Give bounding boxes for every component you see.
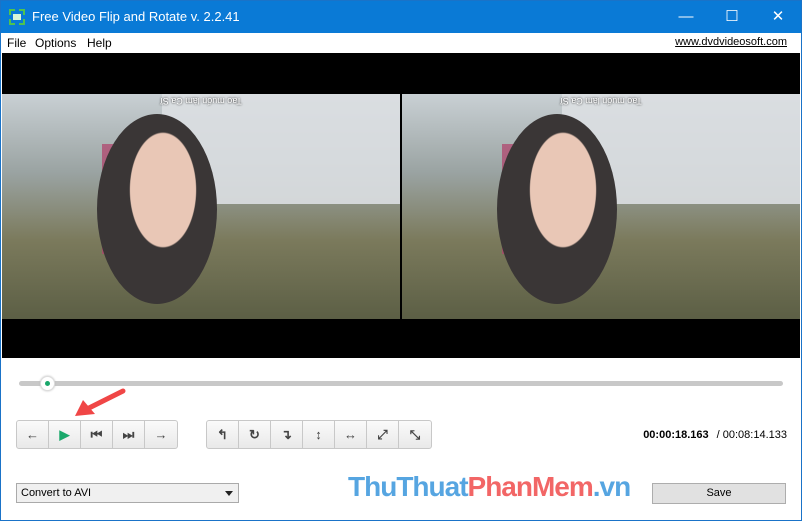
current-time: 00:00:18.163	[643, 429, 709, 441]
menu-options[interactable]: Options	[35, 36, 76, 50]
original-preview: Tao muốn làm Ca Sĩ	[2, 94, 400, 319]
prev-frame-button[interactable]: ←	[17, 421, 49, 448]
window-title: Free Video Flip and Rotate v. 2.2.41	[32, 9, 240, 24]
rotate-left-button[interactable]: ↰	[207, 421, 239, 448]
rotate-right-button[interactable]: ↴	[271, 421, 303, 448]
minimize-button[interactable]: —	[663, 1, 709, 33]
subtitle: Tao muốn làm Ca Sĩ	[560, 96, 642, 106]
result-preview: Tao muốn làm Ca Sĩ	[402, 94, 800, 319]
total-time: 00:08:14.133	[722, 429, 787, 441]
app-window: Free Video Flip and Rotate v. 2.2.41 — ☐…	[0, 0, 802, 521]
video-preview: Tao muốn làm Ca Sĩ Tao muốn làm Ca Sĩ	[2, 53, 800, 358]
transverse-button[interactable]: ⤡	[399, 421, 431, 448]
time-display: 00:00:18.163 / 00:08:14.133	[643, 429, 787, 441]
menu-help[interactable]: Help	[87, 36, 112, 50]
flip-vertical-button[interactable]: ↕	[303, 421, 335, 448]
website-link[interactable]: www.dvdvideosoft.com	[675, 36, 787, 48]
save-button[interactable]: Save	[652, 483, 786, 504]
flip-horizontal-button[interactable]: ↔	[335, 421, 367, 448]
watermark-logo: ThuThuatPhanMem.vn	[348, 471, 631, 502]
subtitle: Tao muốn làm Ca Sĩ	[160, 96, 242, 106]
next-frame-button[interactable]: →	[145, 421, 177, 448]
start-button[interactable]: ⏮	[81, 421, 113, 448]
format-dropdown[interactable]: Convert to AVI	[16, 483, 239, 503]
title-bar: Free Video Flip and Rotate v. 2.2.41 — ☐…	[1, 1, 801, 33]
playback-controls: ← ▶ ⏮ ⏭ →	[16, 420, 178, 449]
play-button[interactable]: ▶	[49, 421, 81, 448]
transform-controls: ↰ ↻ ↴ ↕ ↔ ⤢ ⤡	[206, 420, 432, 449]
seek-slider[interactable]	[19, 381, 783, 386]
time-separator: /	[716, 429, 720, 441]
end-button[interactable]: ⏭	[113, 421, 145, 448]
app-icon	[9, 9, 25, 25]
transpose-button[interactable]: ⤢	[367, 421, 399, 448]
maximize-button[interactable]: ☐	[709, 1, 755, 33]
rotate-180-button[interactable]: ↻	[239, 421, 271, 448]
close-button[interactable]: ✕	[755, 1, 801, 33]
annotation-arrow-icon	[75, 388, 126, 416]
menu-file[interactable]: File	[7, 36, 26, 50]
seek-thumb[interactable]	[40, 376, 56, 391]
menu-bar: File Options Help www.dvdvideosoft.com	[1, 33, 801, 53]
